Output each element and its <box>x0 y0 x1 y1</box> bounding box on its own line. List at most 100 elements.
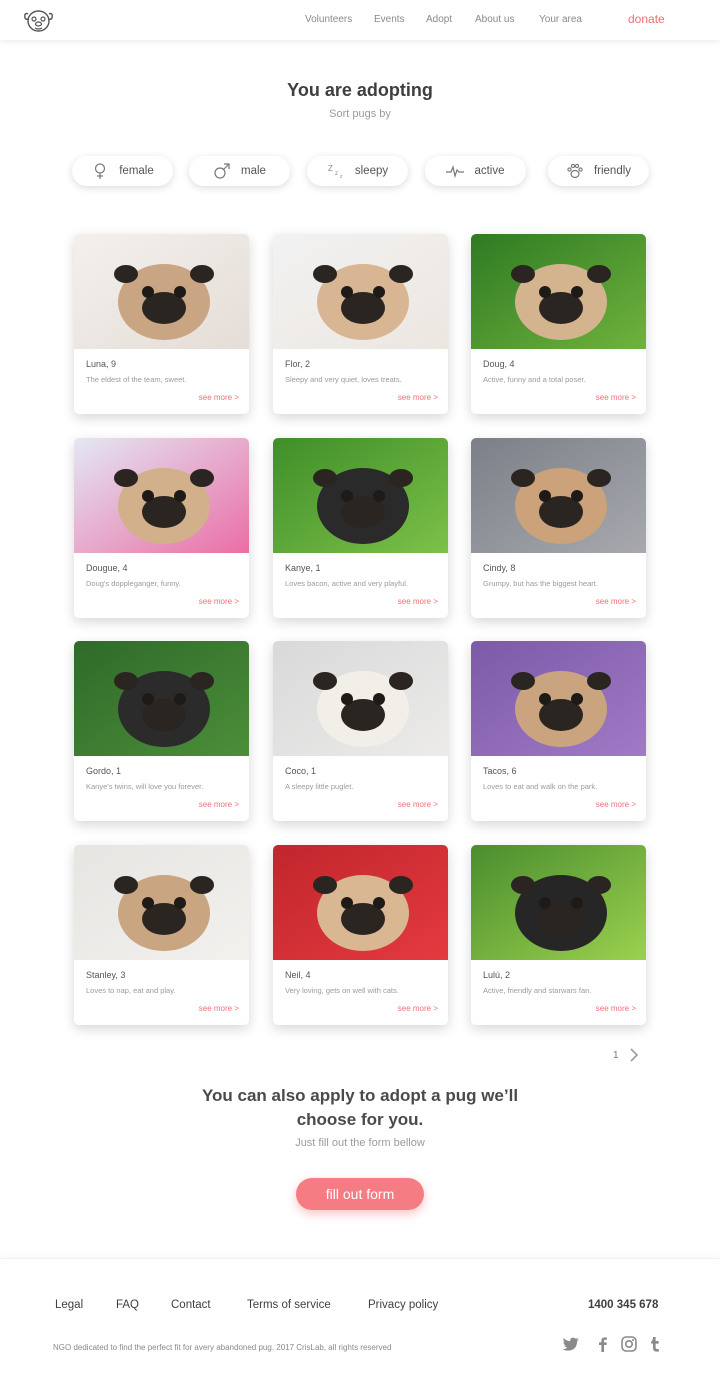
see-more-link[interactable]: see more > <box>398 393 438 402</box>
see-more-link[interactable]: see more > <box>596 597 636 606</box>
see-more-link[interactable]: see more > <box>596 393 636 402</box>
pug-card[interactable]: Doug, 4 Active, funny and a total poser. s… <box>471 234 646 414</box>
filter-friendly[interactable]: friendly <box>548 156 649 186</box>
filter-label: male <box>241 165 266 177</box>
pug-photo[interactable] <box>471 234 646 349</box>
see-more-link[interactable]: see more > <box>596 800 636 809</box>
apply-subtitle: Just fill out the form bellow <box>295 1137 425 1149</box>
svg-text:z: z <box>340 174 343 180</box>
pug-card[interactable]: Tacos, 6 Loves to eat and walk on the par… <box>471 641 646 821</box>
page-title: You are adopting <box>287 80 433 100</box>
see-more-link[interactable]: see more > <box>199 393 239 402</box>
pug-card[interactable]: Coco, 1 A sleepy little puglet. see more > <box>273 641 448 821</box>
see-more-link[interactable]: see more > <box>199 1004 239 1013</box>
pug-face-icon[interactable] <box>22 8 55 34</box>
footer-link-contact[interactable]: Contact <box>171 1299 211 1311</box>
pug-description: Loves bacon, active and very playful. <box>285 579 408 588</box>
pug-photo[interactable] <box>74 641 249 756</box>
pug-card[interactable]: Kanye, 1 Loves bacon, active and very pla… <box>273 438 448 618</box>
male-symbol-icon <box>214 163 230 179</box>
pug-card[interactable]: Neil, 4 Very loving, gets on well with ca… <box>273 845 448 1025</box>
pug-description: Kanye's twins, will love you forever. <box>86 782 204 791</box>
pug-name: Luna, 9 <box>86 359 117 369</box>
page-number[interactable]: 1 <box>613 1050 619 1061</box>
filter-label: sleepy <box>354 165 389 177</box>
filter-label: friendly <box>593 165 632 177</box>
pug-photo[interactable] <box>74 438 249 553</box>
nav-volunteers[interactable]: Volunteers <box>305 14 352 25</box>
pug-description: Active, friendly and starwars fan. <box>483 986 592 995</box>
pug-photo[interactable] <box>273 641 448 756</box>
filter-female[interactable]: female <box>72 156 173 186</box>
donate-link[interactable]: donate <box>628 12 665 26</box>
pug-description: Active, funny and a total poser. <box>483 375 586 384</box>
pug-name: Flor, 2 <box>285 359 311 369</box>
sort-label: Sort pugs by <box>329 108 391 120</box>
heartbeat-icon <box>446 164 465 179</box>
see-more-link[interactable]: see more > <box>398 597 438 606</box>
pug-description: Grumpy, but has the biggest heart. <box>483 579 598 588</box>
nav-about-us[interactable]: About us <box>475 14 514 25</box>
pug-card[interactable]: Cindy, 8 Grumpy, but has the biggest hear… <box>471 438 646 618</box>
pug-name: Gordo, 1 <box>86 766 122 776</box>
pug-name: Tacos, 6 <box>483 766 517 776</box>
pug-photo[interactable] <box>273 438 448 553</box>
nav-events[interactable]: Events <box>374 14 405 25</box>
pug-name: Doug, 4 <box>483 359 515 369</box>
top-header: Volunteers Events Adopt About us Your ar… <box>0 0 720 40</box>
pug-name: Neil, 4 <box>285 970 311 980</box>
footer-link-faq[interactable]: FAQ <box>116 1299 139 1311</box>
pug-name: Cindy, 8 <box>483 563 516 573</box>
pug-card[interactable]: Luna, 9 The eldest of the team, sweet. see… <box>74 234 249 414</box>
filter-male[interactable]: male <box>189 156 290 186</box>
footer-link-terms[interactable]: Terms of service <box>247 1299 331 1311</box>
pug-card[interactable]: Flor, 2 Sleepy and very quiet, loves trea… <box>273 234 448 414</box>
pug-photo[interactable] <box>273 845 448 960</box>
pug-description: Doug's doppleganger, funny. <box>86 579 181 588</box>
female-symbol-icon <box>95 163 106 179</box>
see-more-link[interactable]: see more > <box>199 800 239 809</box>
instagram-icon[interactable] <box>620 1335 638 1353</box>
pug-description: Sleepy and very quiet, loves treats. <box>285 375 402 384</box>
chevron-right-icon[interactable] <box>628 1048 640 1062</box>
pug-name: Stanley, 3 <box>86 970 126 980</box>
pug-card[interactable]: Lulú, 2 Active, friendly and starwars fan… <box>471 845 646 1025</box>
pug-name: Dougue, 4 <box>86 563 128 573</box>
see-more-link[interactable]: see more > <box>199 597 239 606</box>
pug-photo[interactable] <box>74 845 249 960</box>
footer-link-privacy[interactable]: Privacy policy <box>368 1299 438 1311</box>
svg-text:z: z <box>335 171 338 177</box>
see-more-link[interactable]: see more > <box>596 1004 636 1013</box>
pug-name: Coco, 1 <box>285 766 317 776</box>
pug-card[interactable]: Dougue, 4 Doug's doppleganger, funny. see … <box>74 438 249 618</box>
copyright-text: NGO dedicated to find the perfect fit fo… <box>53 1343 392 1352</box>
pug-description: The eldest of the team, sweet. <box>86 375 187 384</box>
pug-description: A sleepy little puglet. <box>285 782 354 791</box>
footer: Legal FAQ Contact Terms of service Priva… <box>0 1258 720 1381</box>
pug-photo[interactable] <box>471 438 646 553</box>
pug-card[interactable]: Gordo, 1 Kanye's twins, will love you for… <box>74 641 249 821</box>
pug-photo[interactable] <box>74 234 249 349</box>
fill-out-form-button[interactable]: fill out form <box>296 1178 424 1210</box>
pug-photo[interactable] <box>471 845 646 960</box>
nav-adopt[interactable]: Adopt <box>426 14 452 25</box>
nav-your-area[interactable]: Your area <box>539 14 582 25</box>
twitter-icon[interactable] <box>562 1335 580 1353</box>
pug-description: Loves to nap, eat and play. <box>86 986 176 995</box>
pug-photo[interactable] <box>471 641 646 756</box>
footer-link-legal[interactable]: Legal <box>55 1299 83 1311</box>
see-more-link[interactable]: see more > <box>398 800 438 809</box>
pug-name: Kanye, 1 <box>285 563 321 573</box>
filter-active[interactable]: active <box>425 156 526 186</box>
filter-label: active <box>474 165 505 177</box>
phone-number: 1400 345 678 <box>588 1299 659 1311</box>
pug-card[interactable]: Stanley, 3 Loves to nap, eat and play. see… <box>74 845 249 1025</box>
pug-name: Lulú, 2 <box>483 970 511 980</box>
see-more-link[interactable]: see more > <box>398 1004 438 1013</box>
pug-photo[interactable] <box>273 234 448 349</box>
tumblr-icon[interactable] <box>646 1335 664 1353</box>
apply-title: You can also apply to adopt a pug we’ll … <box>201 1086 519 1129</box>
facebook-icon[interactable] <box>594 1335 612 1353</box>
pug-description: Very loving, gets on well with cats. <box>285 986 399 995</box>
filter-sleepy[interactable]: Z z z sleepy <box>307 156 408 186</box>
